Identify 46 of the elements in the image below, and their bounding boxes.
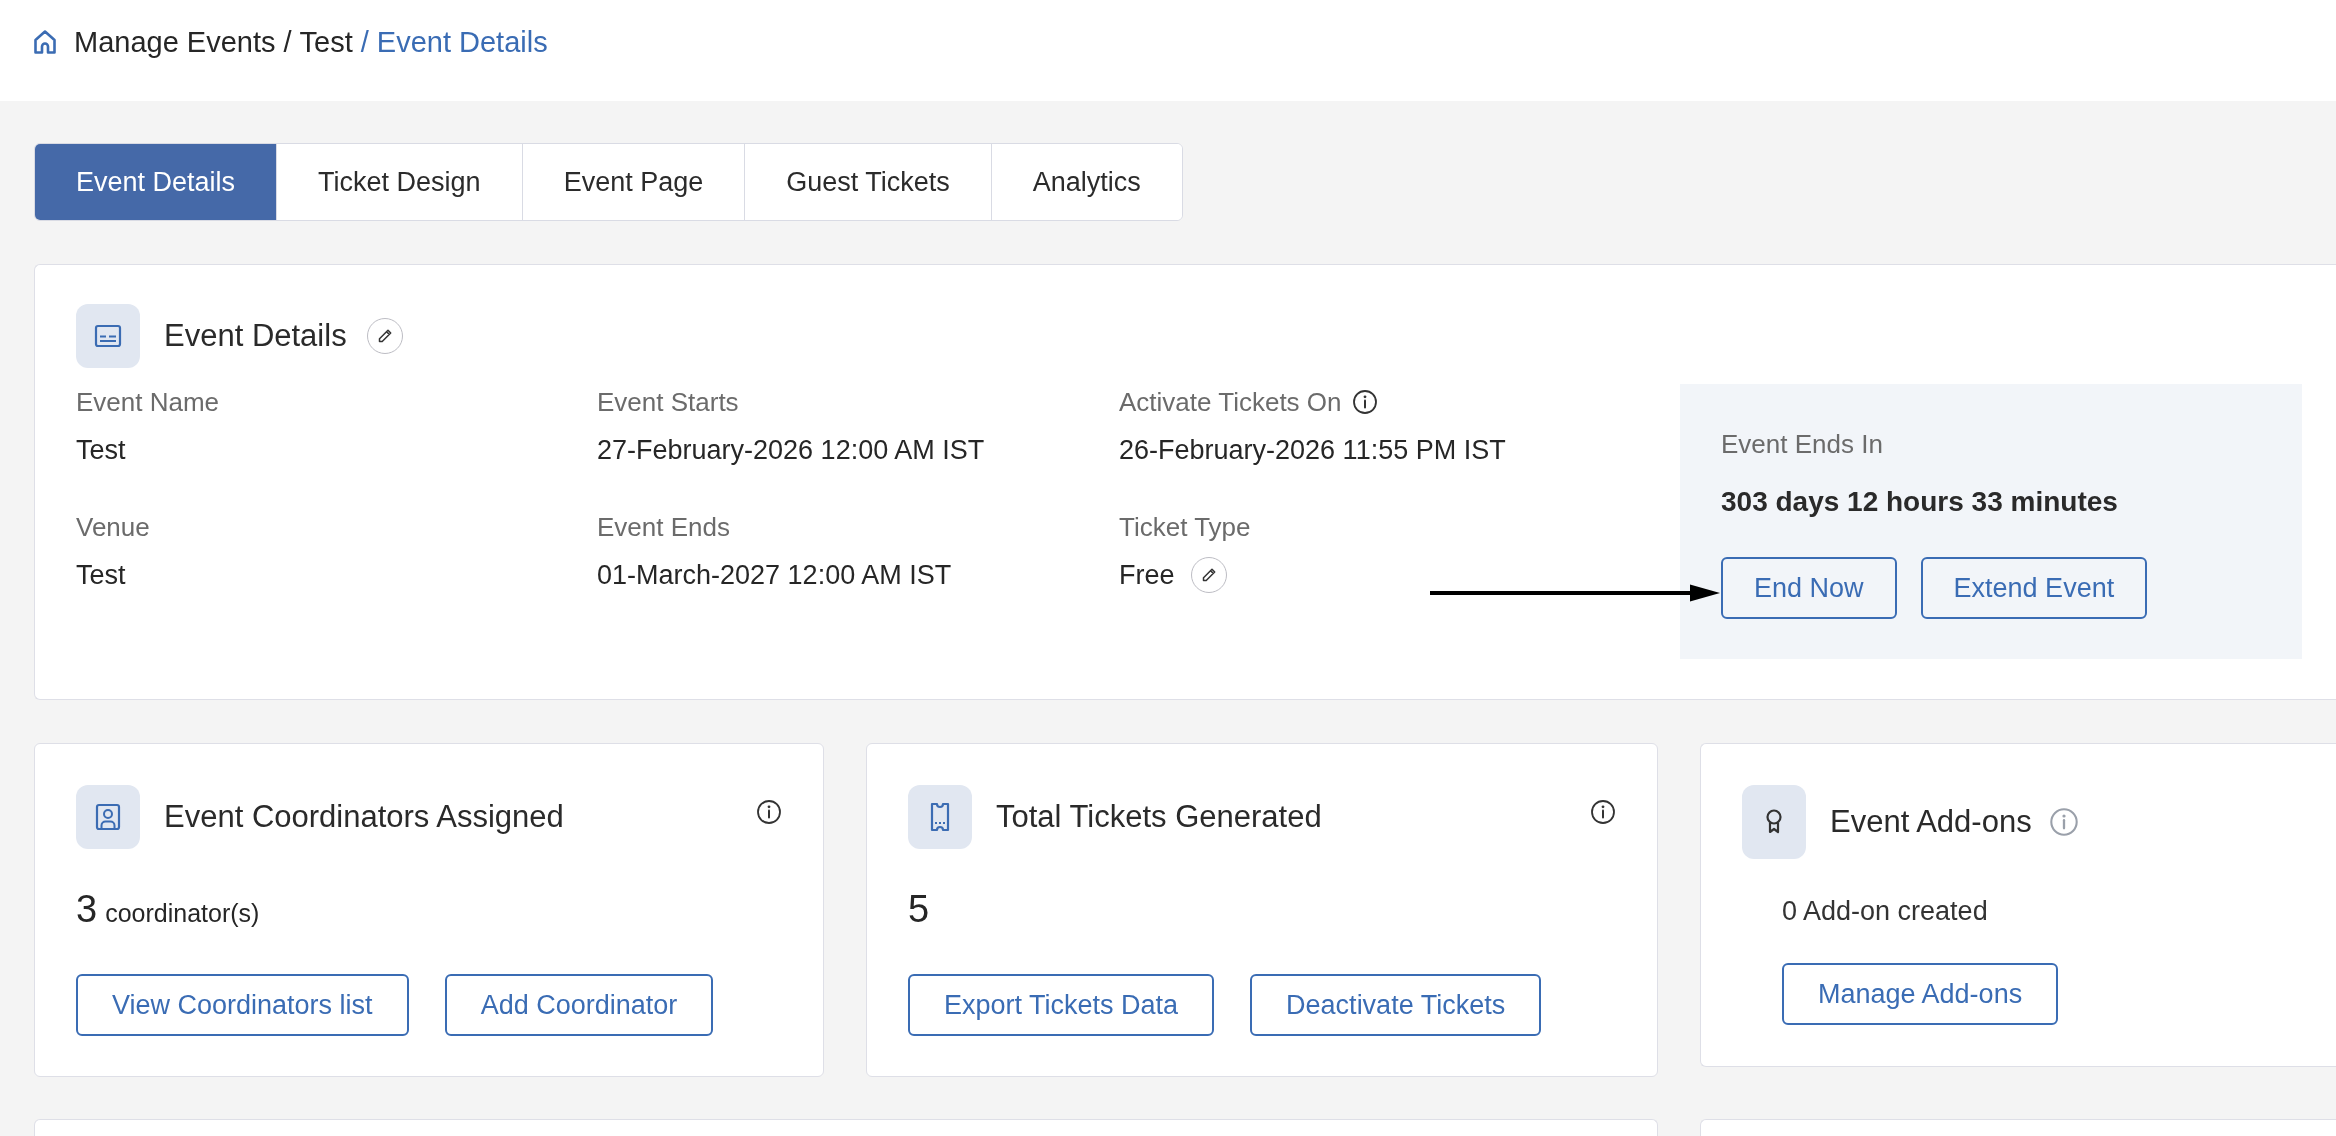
breadcrumb-separator: / <box>360 25 369 60</box>
field-value: 26-February-2026 11:55 PM IST <box>1119 434 1506 466</box>
card-lines-icon <box>76 304 140 368</box>
ticket-icon <box>908 785 972 849</box>
info-icon[interactable] <box>1351 389 1378 415</box>
field-label: Venue <box>76 511 150 543</box>
countdown-label: Event Ends In <box>1721 428 1883 460</box>
outline-button[interactable]: End Now <box>1721 557 1897 619</box>
outline-button[interactable]: View Coordinators list <box>76 974 409 1036</box>
card-title: Event Add-ons <box>1830 803 2032 841</box>
summary-text: 0 Add-on created <box>1782 895 1988 927</box>
tab[interactable]: Analytics <box>990 144 1182 220</box>
home-icon[interactable] <box>33 29 57 55</box>
award-icon <box>1742 785 1806 859</box>
info-icon[interactable] <box>1590 799 1616 825</box>
outline-button[interactable]: Deactivate Tickets <box>1250 974 1542 1036</box>
info-icon[interactable] <box>756 799 782 825</box>
outline-button[interactable]: Export Tickets Data <box>908 974 1215 1036</box>
tab[interactable]: Event Details <box>35 144 277 220</box>
field-value: Test <box>76 434 126 466</box>
outline-button[interactable]: Extend Event <box>1920 557 2148 619</box>
count-unit: coordinator(s) <box>105 899 260 928</box>
outline-button[interactable]: Add Coordinator <box>444 974 714 1036</box>
edit-button[interactable] <box>366 318 403 354</box>
field-label: Ticket Type <box>1119 511 1251 543</box>
count-value: 3 <box>76 887 98 931</box>
field-value: 27-February-2026 12:00 AM IST <box>597 434 985 466</box>
outline-button[interactable]: Manage Add-ons <box>1782 963 2059 1025</box>
field-value: Free <box>1119 559 1175 591</box>
breadcrumb-link[interactable]: Event Details <box>376 24 548 60</box>
field-label: Event Name <box>76 386 220 418</box>
person-badge-icon <box>76 785 140 849</box>
field-value: Test <box>76 559 126 591</box>
section-title: Event Details <box>164 317 347 355</box>
breadcrumb-link[interactable]: Manage Events <box>74 24 276 60</box>
field-label: Activate Tickets On <box>1119 386 1342 418</box>
countdown-value: 303 days 12 hours 33 minutes <box>1721 485 2118 519</box>
field-label: Event Ends <box>597 511 730 543</box>
breadcrumb-link[interactable]: Test <box>299 24 353 60</box>
card-title: Total Tickets Generated <box>996 798 1322 836</box>
breadcrumb-separator: / <box>283 25 292 60</box>
field-value: 01-March-2027 12:00 AM IST <box>597 559 952 591</box>
count-value: 5 <box>908 887 930 931</box>
field-label: Event Starts <box>597 386 739 418</box>
card-title: Event Coordinators Assigned <box>164 798 564 836</box>
edit-button[interactable] <box>1190 557 1227 593</box>
